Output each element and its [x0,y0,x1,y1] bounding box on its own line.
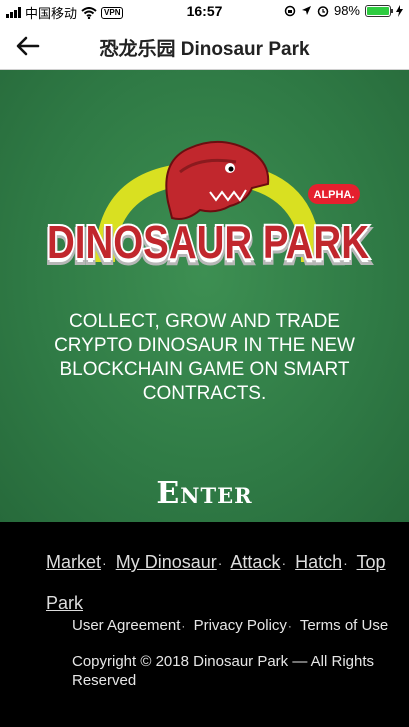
user-agreement-link[interactable]: User Agreement [72,617,180,634]
logo-wordmark: DINOSAUR PARK [47,216,369,268]
page-title: 恐龙乐园 Dinosaur Park [99,39,310,60]
separator: · [217,555,223,571]
enter-button[interactable]: Enter [0,476,409,511]
separator: · [343,555,348,571]
copyright-text: Copyright © 2018 Dinosaur Park — All Rig… [72,653,375,689]
alarm-icon [317,5,329,17]
location-icon [301,6,311,15]
rotation-lock-icon [284,5,296,16]
separator: · [181,619,186,633]
footer-link-market[interactable]: Market [46,552,101,572]
footer-link-attack[interactable]: Attack [230,552,280,572]
status-right: 98% [284,3,403,18]
hero-section: ALPHA. DINOSAUR PARK DINOSAUR PARK COLLE… [0,70,409,522]
privacy-policy-link[interactable]: Privacy Policy [194,617,287,634]
legal-links: User Agreement· Privacy Policy· Terms of… [72,617,388,634]
alpha-badge: ALPHA. [314,189,355,201]
footer-link-hatch[interactable]: Hatch [295,552,342,572]
hero-tagline: COLLECT, GROW AND TRADE CRYPTO DINOSAUR … [54,311,355,404]
status-bar: 中国移动 VPN 16:57 98% [0,0,409,22]
separator: · [281,555,287,571]
dinosaur-park-logo: ALPHA. DINOSAUR PARK DINOSAUR PARK [44,140,372,275]
separator: · [102,555,107,571]
separator: · [287,619,292,633]
battery-fill [367,6,389,15]
footer-nav: Market· My Dinosaur· Attack· Hatch· Top … [46,542,396,623]
terms-of-use-link[interactable]: Terms of Use [300,617,388,634]
charging-icon [396,4,403,17]
nav-bar: 恐龙乐园 Dinosaur Park [0,22,409,70]
footer-link-my-dinosaur[interactable]: My Dinosaur [116,552,217,572]
battery-icon [365,4,393,17]
battery-percent: 98% [333,3,360,18]
footer: Market· My Dinosaur· Attack· Hatch· Top … [0,522,409,727]
